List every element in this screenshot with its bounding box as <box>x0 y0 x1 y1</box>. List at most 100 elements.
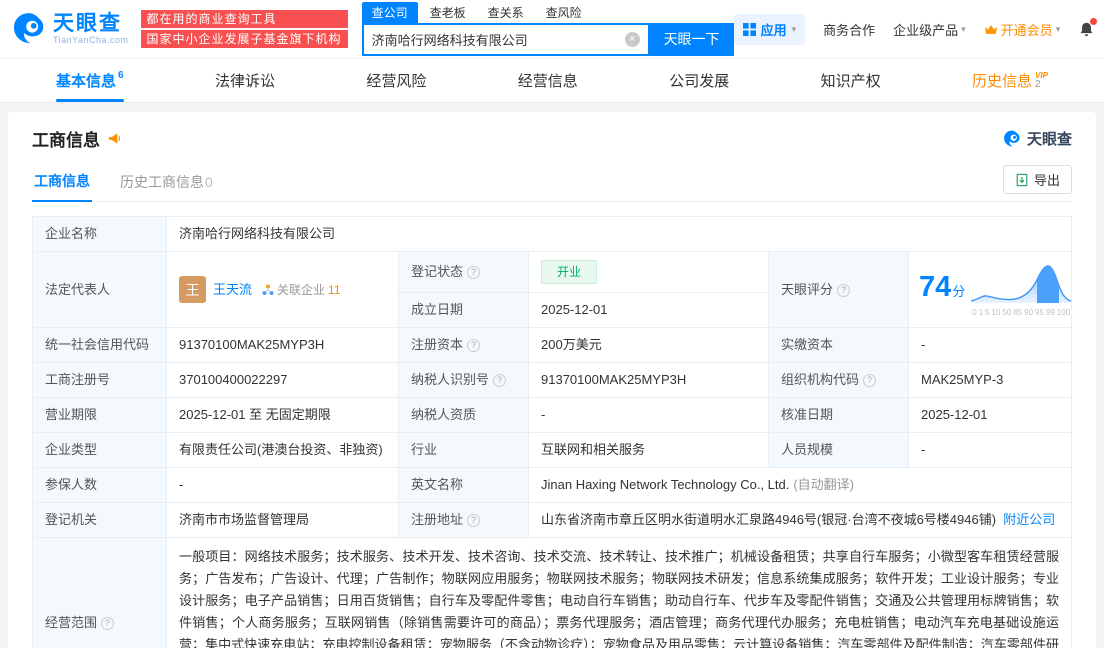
clear-search-icon[interactable]: × <box>625 32 640 47</box>
tab-operating-risk[interactable]: 经营风险 <box>358 59 434 102</box>
table-row: 工商注册号 370100400022297 纳税人识别号? 91370100MA… <box>33 363 1072 398</box>
promo-line-1: 都在用的商业查询工具 <box>141 10 348 28</box>
chart-tick: 90 <box>1024 309 1033 317</box>
help-icon[interactable]: ? <box>493 374 506 387</box>
search-input[interactable] <box>372 32 625 47</box>
business-term-label: 营业期限 <box>33 398 167 433</box>
legal-rep-cell: 王 王天流 关联企业 11 <box>167 252 399 328</box>
business-info-card: 工商信息 天眼查 工商信息 历史工商信息0 导出 企业名称 济南哈行网络科技有限… <box>8 112 1096 648</box>
chevron-down-icon: ▾ <box>961 24 966 35</box>
chevron-down-icon: ▾ <box>792 24 797 35</box>
legal-rep-link[interactable]: 王天流 <box>213 281 252 299</box>
reg-authority-label: 登记机关 <box>33 503 167 538</box>
score-value: 74分 <box>919 272 965 307</box>
establish-date-value: 2025-12-01 <box>529 293 769 328</box>
paid-capital-value: - <box>909 328 1072 363</box>
nearby-companies-link[interactable]: 附近公司 <box>1003 512 1055 527</box>
nav-enterprise-products[interactable]: 企业级产品▾ <box>893 20 966 39</box>
search-tab-company[interactable]: 查公司 <box>362 2 418 23</box>
tab-basic-info[interactable]: 基本信息6 <box>48 59 132 102</box>
table-row: 营业期限 2025-12-01 至 无固定期限 纳税人资质 - 核准日期 202… <box>33 398 1072 433</box>
reg-status-cell: 开业 <box>529 252 769 293</box>
approval-date-label: 核准日期 <box>769 398 909 433</box>
reg-capital-value: 200万美元 <box>529 328 769 363</box>
org-code-value: MAK25MYP-3 <box>909 363 1072 398</box>
search-tab-boss[interactable]: 查老板 <box>420 2 476 23</box>
help-icon[interactable]: ? <box>467 266 480 279</box>
search-tab-risk[interactable]: 查风险 <box>536 2 592 23</box>
promo-line-2: 国家中小企业发展子基金旗下机构 <box>141 30 348 48</box>
export-button[interactable]: 导出 <box>1003 165 1072 194</box>
tab-history-info[interactable]: 历史信息 VIP 2 <box>964 59 1056 102</box>
help-icon[interactable]: ? <box>837 284 850 297</box>
auto-translate-note: (自动翻译) <box>793 477 854 492</box>
main-content: 工商信息 天眼查 工商信息 历史工商信息0 导出 企业名称 济南哈行网络科技有限… <box>0 102 1104 648</box>
reg-address-label: 注册地址? <box>399 503 529 538</box>
search-area: 查公司 查老板 查关系 查风险 × 天眼一下 <box>362 3 734 56</box>
search-tabs: 查公司 查老板 查关系 查风险 <box>362 3 734 23</box>
related-companies-icon <box>262 284 274 296</box>
card-brand-logo: 天眼查 <box>1002 128 1072 149</box>
taxpayer-quality-value: - <box>529 398 769 433</box>
score-distribution-chart: 0 1 5 10 50 85 90 95 99 100 <box>971 262 1071 317</box>
reg-number-value: 370100400022297 <box>167 363 399 398</box>
tab-legal-proceedings[interactable]: 法律诉讼 <box>207 59 283 102</box>
chart-tick: 0 <box>972 309 976 317</box>
sub-tabs: 工商信息 历史工商信息0 导出 <box>32 163 1072 202</box>
tab-company-development[interactable]: 公司发展 <box>661 59 737 102</box>
table-row: 参保人数 - 英文名称 Jinan Haxing Network Technol… <box>33 468 1072 503</box>
help-icon[interactable]: ? <box>467 514 480 527</box>
score-curve <box>971 262 1071 304</box>
search-button[interactable]: 天眼一下 <box>650 23 734 56</box>
reg-number-label: 工商注册号 <box>33 363 167 398</box>
logo-title: 天眼查 <box>53 13 129 35</box>
grid-icon <box>743 23 756 36</box>
tianyancha-mini-icon <box>1002 129 1022 149</box>
score-label: 天眼评分? <box>769 252 909 328</box>
tab-intellectual-property[interactable]: 知识产权 <box>813 59 889 102</box>
english-name-label: 英文名称 <box>399 468 529 503</box>
credit-code-value: 91370100MAK25MYP3H <box>167 328 399 363</box>
related-companies-count[interactable]: 11 <box>328 281 340 299</box>
nav-open-vip[interactable]: 开通会员▾ <box>984 20 1061 39</box>
nav-business-cooperation[interactable]: 商务合作 <box>823 20 875 39</box>
tianyancha-logo[interactable]: 天眼查 TianYanCha.com <box>10 10 129 48</box>
table-row: 登记机关 济南市市场监督管理局 注册地址? 山东省济南市章丘区明水街道明水汇泉路… <box>33 503 1072 538</box>
chart-tick: 95 <box>1035 309 1044 317</box>
score-axis-ticks: 0 1 5 10 50 85 90 95 99 100 <box>971 309 1071 317</box>
taxpayer-quality-label: 纳税人资质 <box>399 398 529 433</box>
establish-date-label: 成立日期 <box>399 293 529 328</box>
reg-status-label: 登记状态? <box>399 252 529 293</box>
apps-menu[interactable]: 应用 ▾ <box>734 14 806 45</box>
staff-size-value: - <box>909 433 1072 468</box>
tab-operating-info[interactable]: 经营信息 <box>510 59 586 102</box>
help-icon[interactable]: ? <box>863 374 876 387</box>
subtab-business-info[interactable]: 工商信息 <box>32 163 92 202</box>
credit-code-label: 统一社会信用代码 <box>33 328 167 363</box>
help-icon[interactable]: ? <box>101 617 114 630</box>
table-row: 法定代表人 王 王天流 关联企业 11 登记状态? 开业 天眼评分? <box>33 252 1072 293</box>
search-box: × 天眼一下 <box>362 23 734 56</box>
insured-count-value: - <box>167 468 399 503</box>
top-nav: 应用 ▾ 商务合作 企业级产品▾ 开通会员▾ 超级 <box>734 14 1104 45</box>
org-code-label: 组织机构代码? <box>769 363 909 398</box>
subtab-history-business-info[interactable]: 历史工商信息0 <box>118 164 215 201</box>
chart-tick: 99 <box>1046 309 1055 317</box>
table-row: 企业名称 济南哈行网络科技有限公司 <box>33 217 1072 252</box>
related-companies[interactable]: 关联企业 11 <box>262 281 340 299</box>
megaphone-icon <box>107 131 122 146</box>
company-info-table: 企业名称 济南哈行网络科技有限公司 法定代表人 王 王天流 关联企业 11 <box>32 216 1072 648</box>
table-row: 统一社会信用代码 91370100MAK25MYP3H 注册资本? 200万美元… <box>33 328 1072 363</box>
notification-bell-icon[interactable] <box>1078 21 1095 38</box>
reg-authority-value: 济南市市场监督管理局 <box>167 503 399 538</box>
legal-rep-label: 法定代表人 <box>33 252 167 328</box>
chevron-down-icon: ▾ <box>1056 24 1061 35</box>
staff-size-label: 人员规模 <box>769 433 909 468</box>
english-name-value: Jinan Haxing Network Technology Co., Ltd… <box>529 468 1072 503</box>
search-tab-relation[interactable]: 查关系 <box>478 2 534 23</box>
apps-label: 应用 <box>761 20 787 39</box>
company-name-label: 企业名称 <box>33 217 167 252</box>
industry-label: 行业 <box>399 433 529 468</box>
help-icon[interactable]: ? <box>467 339 480 352</box>
company-type-label: 企业类型 <box>33 433 167 468</box>
